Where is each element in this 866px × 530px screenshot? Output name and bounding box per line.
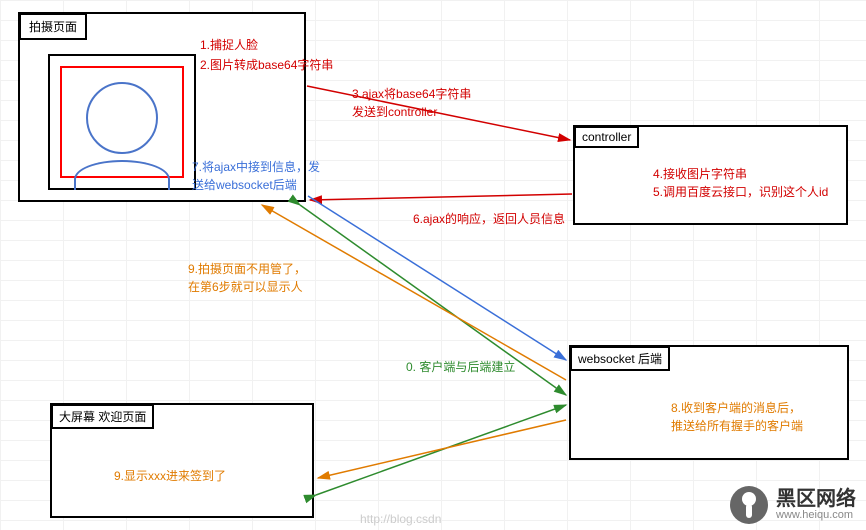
step-1: 1.捕捉人脸 (200, 36, 258, 54)
step-3a: 3.ajax将base64字符串 (352, 85, 471, 103)
step-7b: 送给websocket后端 (192, 176, 297, 194)
avatar-body-icon (74, 160, 170, 190)
site-watermark: 黑区网络 www.heiqu.com (730, 486, 856, 524)
watermark-url: www.heiqu.com (776, 509, 856, 521)
mushroom-icon (730, 486, 768, 524)
box-websocket: websocket 后端 8.收到客户端的消息后， 推送给所有握手的客户端 (569, 345, 849, 460)
box-controller: controller 4.接收图片字符串 5.调用百度云接口，识别这个人id (573, 125, 848, 225)
step-9b: 在第6步就可以显示人 (188, 278, 303, 296)
faded-watermark: http://blog.csdn (360, 512, 441, 526)
step-5: 5.调用百度云接口，识别这个人id (653, 183, 828, 201)
box-welcome: 大屏幕 欢迎页面 9.显示xxx进来签到了 (50, 403, 314, 518)
box-controller-title: controller (574, 126, 639, 148)
step-4: 4.接收图片字符串 (653, 165, 747, 183)
avatar-head-icon (86, 82, 158, 154)
box-welcome-title: 大屏幕 欢迎页面 (51, 404, 154, 429)
step-9a: 9.拍摄页面不用管了， (188, 260, 306, 278)
watermark-name: 黑区网络 (776, 489, 856, 509)
step-3b: 发送到controller (352, 103, 437, 121)
step-2: 2.图片转成base64字符串 (200, 56, 333, 74)
step-7a: 7.将ajax中接到信息，发 (192, 158, 320, 176)
step-0: 0. 客户端与后端建立 (406, 358, 515, 376)
box-websocket-title: websocket 后端 (570, 346, 670, 371)
step-9c: 9.显示xxx进来签到了 (114, 467, 226, 485)
step-8a: 8.收到客户端的消息后， (671, 399, 801, 417)
box-capture-title: 拍摄页面 (19, 13, 87, 40)
step-6: 6.ajax的响应，返回人员信息 (413, 210, 565, 228)
step-8b: 推送给所有握手的客户端 (671, 417, 803, 435)
